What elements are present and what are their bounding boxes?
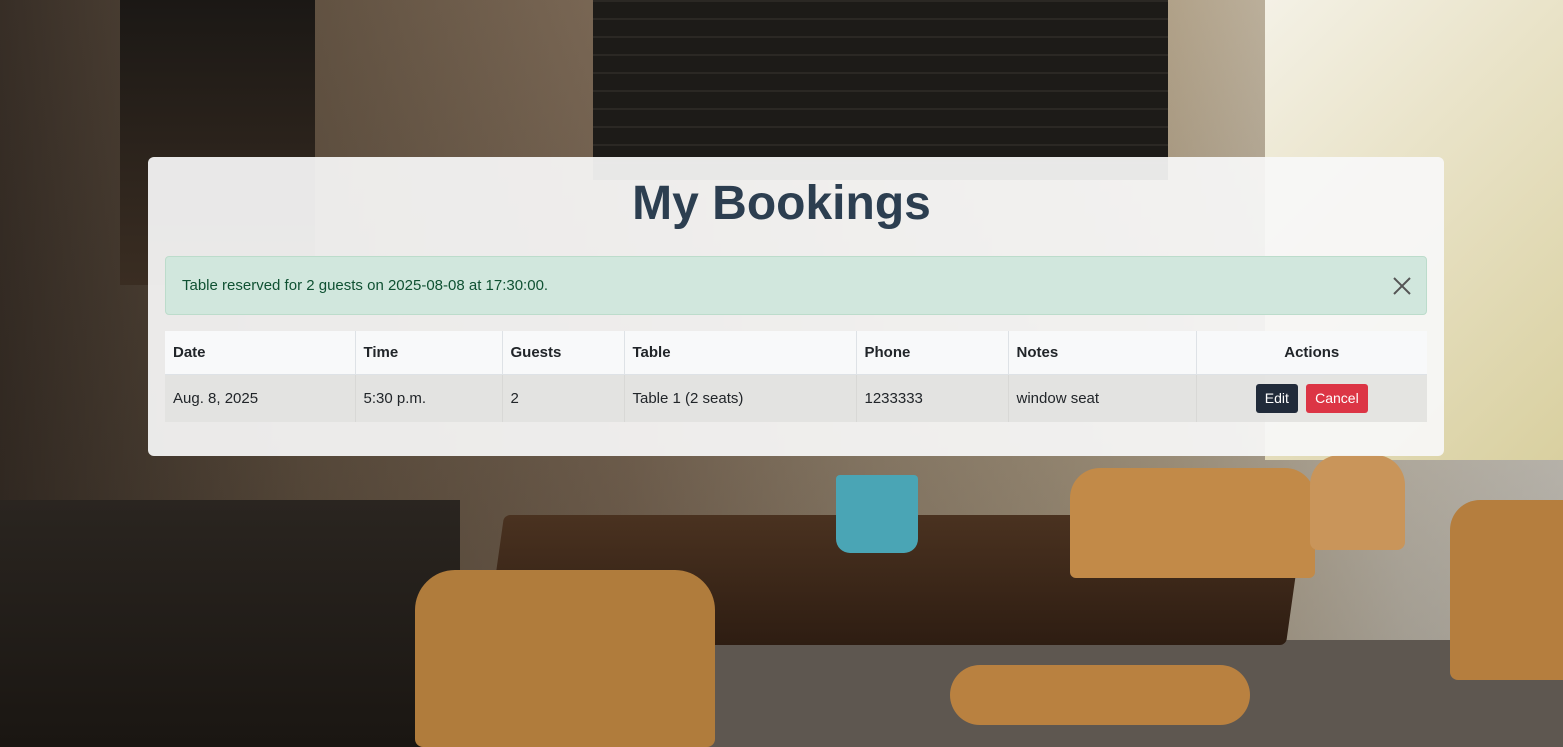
edit-button[interactable]: Edit [1255, 383, 1298, 413]
bottle-shelf [0, 500, 460, 747]
bookings-table: Date Time Guests Table Phone Notes Actio… [165, 331, 1427, 422]
cell-date: Aug. 8, 2025 [165, 374, 356, 422]
cell-phone: 1233333 [856, 374, 1009, 422]
cell-guests: 2 [502, 374, 625, 422]
success-alert: Table reserved for 2 guests on 2025-08-0… [165, 256, 1427, 315]
plant-pot [836, 475, 918, 553]
chair [1450, 500, 1563, 680]
alert-message: Table reserved for 2 guests on 2025-08-0… [182, 277, 549, 294]
header-date: Date [165, 331, 356, 375]
header-guests: Guests [502, 331, 625, 375]
brick-wall [593, 0, 1168, 180]
table-row: Aug. 8, 2025 5:30 p.m. 2 Table 1 (2 seat… [165, 374, 1427, 422]
page-title: My Bookings [632, 177, 931, 230]
cell-table: Table 1 (2 seats) [624, 374, 857, 422]
chair [950, 665, 1250, 725]
cell-time: 5:30 p.m. [355, 374, 503, 422]
cancel-button[interactable]: Cancel [1306, 383, 1368, 413]
header-actions: Actions [1196, 331, 1427, 375]
header-time: Time [355, 331, 503, 375]
chair [1070, 468, 1315, 578]
header-notes: Notes [1008, 331, 1197, 375]
chair [415, 570, 715, 747]
cell-notes: window seat [1008, 374, 1197, 422]
close-icon[interactable] [1392, 276, 1412, 296]
header-table: Table [624, 331, 857, 375]
cell-actions: Edit Cancel [1196, 374, 1427, 422]
table-header-row: Date Time Guests Table Phone Notes Actio… [165, 331, 1427, 375]
header-phone: Phone [856, 331, 1009, 375]
chair [1310, 455, 1405, 550]
